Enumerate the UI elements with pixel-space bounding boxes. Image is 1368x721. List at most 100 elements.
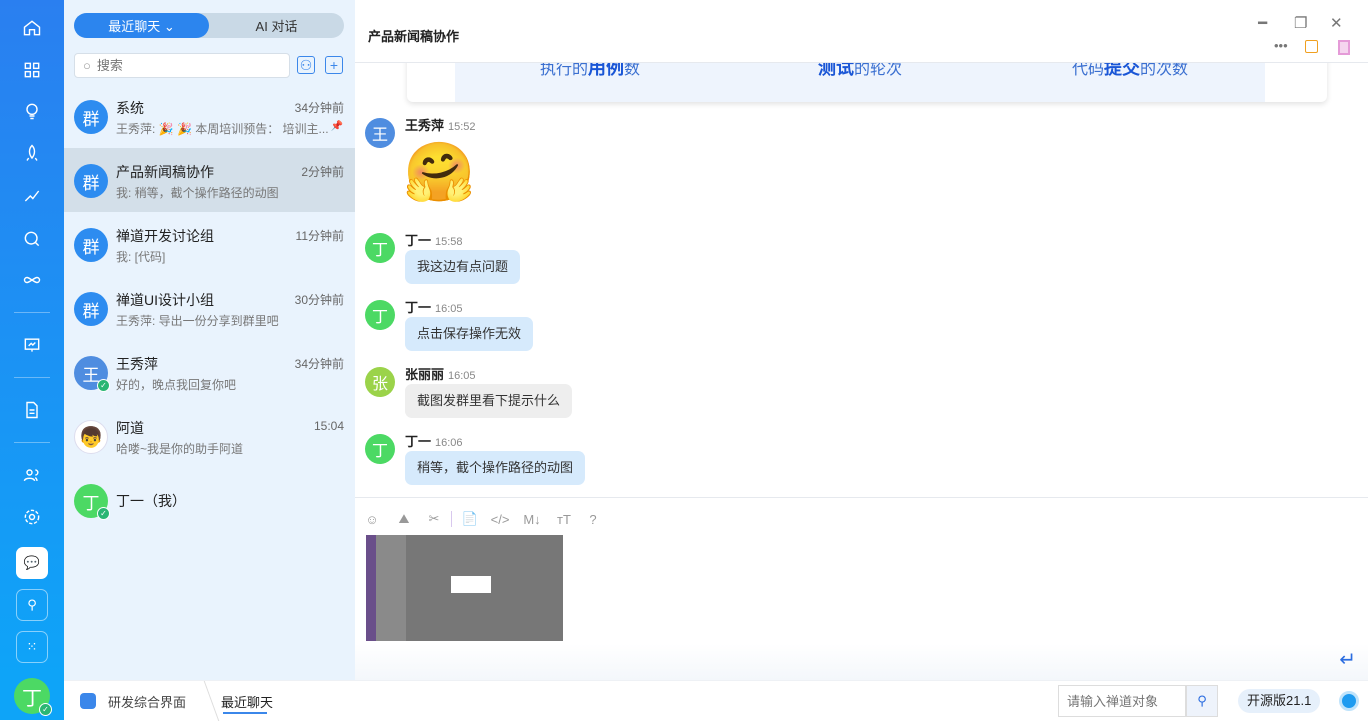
file-icon[interactable]: 📄 (461, 510, 479, 528)
user-avatar[interactable]: 丁 ✓ (14, 678, 52, 716)
conversation-time: 11分钟前 (295, 229, 344, 243)
breadcrumb-underline (223, 712, 267, 714)
home-icon[interactable] (20, 16, 44, 40)
robot-avatar-icon: 👦 (78, 426, 104, 449)
version-badge[interactable]: 开源版21.1 (1238, 689, 1321, 713)
search-input[interactable] (96, 58, 267, 73)
conversation-name: 禅道开发讨论组 (116, 228, 214, 244)
sender-name: 丁一 16:06 (405, 434, 463, 449)
image-icon[interactable]: ⛰ (395, 510, 413, 528)
message-bubble: 稍等，截个操作路径的动图 (405, 451, 586, 485)
conversation-name: 阿道 (116, 420, 144, 436)
conversation-time: 2分钟前 (301, 165, 344, 179)
apps-icon[interactable] (20, 58, 44, 82)
list-tabs: 最近聊天 ⌄ AI 对话 (74, 13, 344, 38)
team-icon[interactable] (20, 463, 44, 487)
message-time: 15:58 (435, 236, 463, 248)
emoji-icon[interactable]: ☺ (363, 510, 381, 528)
conversation-time: 15:04 (313, 419, 344, 433)
search-icon: ○ (83, 58, 91, 73)
conversation-item[interactable]: 群 禅道开发讨论组 11分钟前 我: [代码] (64, 212, 355, 276)
markdown-icon[interactable]: M↓ (523, 510, 541, 528)
conversation-item[interactable]: 👦 阿道 15:04 哈喽~我是你的助手阿道 (64, 404, 355, 468)
zentao-logo-icon[interactable] (1339, 691, 1359, 711)
more-icon[interactable]: ••• (1274, 38, 1288, 53)
breadcrumb-divider (192, 681, 220, 721)
chat-icon[interactable]: 💬 (16, 547, 48, 579)
online-badge-icon: ✓ (39, 703, 52, 716)
zentao-search-input[interactable] (1058, 685, 1186, 717)
hug-emoji: 🤗 (403, 140, 476, 205)
avatar[interactable]: 丁 (365, 300, 395, 330)
board-icon[interactable] (20, 333, 44, 357)
app-icon (80, 693, 96, 709)
avatar[interactable]: 丁 (365, 434, 395, 464)
rocket-icon[interactable] (20, 141, 44, 165)
sprint-icon[interactable] (20, 184, 44, 208)
avatar[interactable]: 丁 (365, 233, 395, 263)
rail-divider (14, 312, 50, 313)
close-button[interactable]: ✕ (1330, 14, 1343, 32)
font-size-icon[interactable]: ᴛT (555, 510, 573, 528)
code-icon[interactable]: </> (491, 510, 510, 528)
pin-icon: 📌 (330, 121, 343, 132)
conversation-name: 产品新闻稿协作 (116, 164, 214, 180)
conversation-preview: 哈喽~我是你的助手阿道 (116, 442, 244, 456)
conversation-preview: 我: 稍等，截个操作路径的动图 (116, 186, 279, 200)
avatar: 群 (74, 100, 108, 134)
lightbulb-icon[interactable] (20, 99, 44, 123)
contacts-button[interactable]: ⚇ (297, 56, 315, 74)
breadcrumb-current[interactable]: 最近聊天 (221, 692, 273, 711)
conversation-time: 30分钟前 (294, 293, 344, 307)
conversation-preview: 好的，晚点我回复你吧 (116, 378, 237, 392)
nav-rail: 💬 ⚲ ⁙ (0, 0, 64, 680)
avatar[interactable]: 张 (365, 367, 395, 397)
chat-title: 产品新闻稿协作 (368, 29, 460, 44)
status-bar: 研发综合界面 最近聊天 ⚲ 开源版21.1 (64, 680, 1368, 721)
search-button[interactable]: ⚲ (1186, 685, 1218, 717)
screenshot-attachment[interactable] (366, 535, 563, 641)
chat-header: 产品新闻稿协作 ━ ❐ ✕ ••• (355, 0, 1368, 63)
send-button[interactable]: ↵ (1339, 647, 1356, 672)
contacts-icon[interactable]: ⚲ (16, 589, 48, 621)
sender-name: 王秀萍 15:52 (405, 118, 476, 133)
reminder-icon[interactable] (1305, 40, 1318, 53)
rail-divider (14, 442, 50, 443)
message-time: 16:05 (448, 370, 476, 382)
message-time: 16:05 (435, 303, 463, 315)
conversation-item[interactable]: 王 ✓ 王秀萍 34分钟前 好的，晚点我回复你吧 (64, 340, 355, 404)
new-chat-button[interactable]: + (325, 56, 343, 74)
conversation-item[interactable]: 丁 ✓ 丁一（我） (64, 468, 355, 532)
tab-ai-chat[interactable]: AI 对话 (209, 13, 344, 38)
conversation-item[interactable]: 群 产品新闻稿协作 2分钟前 我: 稍等，截个操作路径的动图 (64, 148, 355, 212)
message-editor[interactable]: ☺ ⛰ ✂ 📄 </> M↓ ᴛT? ↵ (355, 497, 1368, 680)
sidebar-toggle-icon[interactable] (1338, 40, 1350, 55)
message-bubble: 截图发群里看下提示什么 (405, 384, 573, 418)
conversation-time: 34分钟前 (294, 101, 344, 115)
conversation-item[interactable]: 群 系统 34分钟前 王秀萍: 🎉 🎉 本周培训预告： 培训主... 📌 (64, 84, 355, 148)
document-icon[interactable] (20, 398, 44, 422)
search-box: ○ (74, 53, 290, 78)
search-circle-icon[interactable] (20, 227, 44, 251)
screenshot-scissors-icon[interactable]: ✂ (425, 510, 443, 528)
conversation-item[interactable]: 群 禅道UI设计小组 30分钟前 王秀萍: 导出一份分享到群里吧 (64, 276, 355, 340)
infinity-icon[interactable] (20, 268, 44, 292)
conversation-time: 34分钟前 (294, 357, 344, 371)
avatar[interactable]: 王 (365, 118, 395, 148)
minimize-button[interactable]: ━ (1258, 14, 1267, 32)
settings-icon[interactable] (20, 505, 44, 529)
restore-button[interactable]: ❐ (1294, 14, 1307, 32)
conversation-name: 丁一（我） (116, 493, 186, 509)
conversation-preview: 王秀萍: 🎉 🎉 本周培训预告： 培训主... (116, 122, 329, 136)
help-icon[interactable]: ? (584, 510, 602, 528)
avatar: 👦 (74, 420, 108, 454)
avatar: 王 ✓ (74, 356, 110, 392)
app-name[interactable]: 研发综合界面 (108, 692, 186, 711)
online-badge-icon: ✓ (97, 379, 110, 392)
online-badge-icon: ✓ (97, 507, 110, 520)
grid-icon[interactable]: ⁙ (16, 631, 48, 663)
tab-recent-chats[interactable]: 最近聊天 ⌄ (74, 13, 209, 38)
conversation-preview: 王秀萍: 导出一份分享到群里吧 (116, 314, 279, 328)
avatar: 群 (74, 164, 108, 198)
sender-name: 丁一 15:58 (405, 233, 463, 248)
